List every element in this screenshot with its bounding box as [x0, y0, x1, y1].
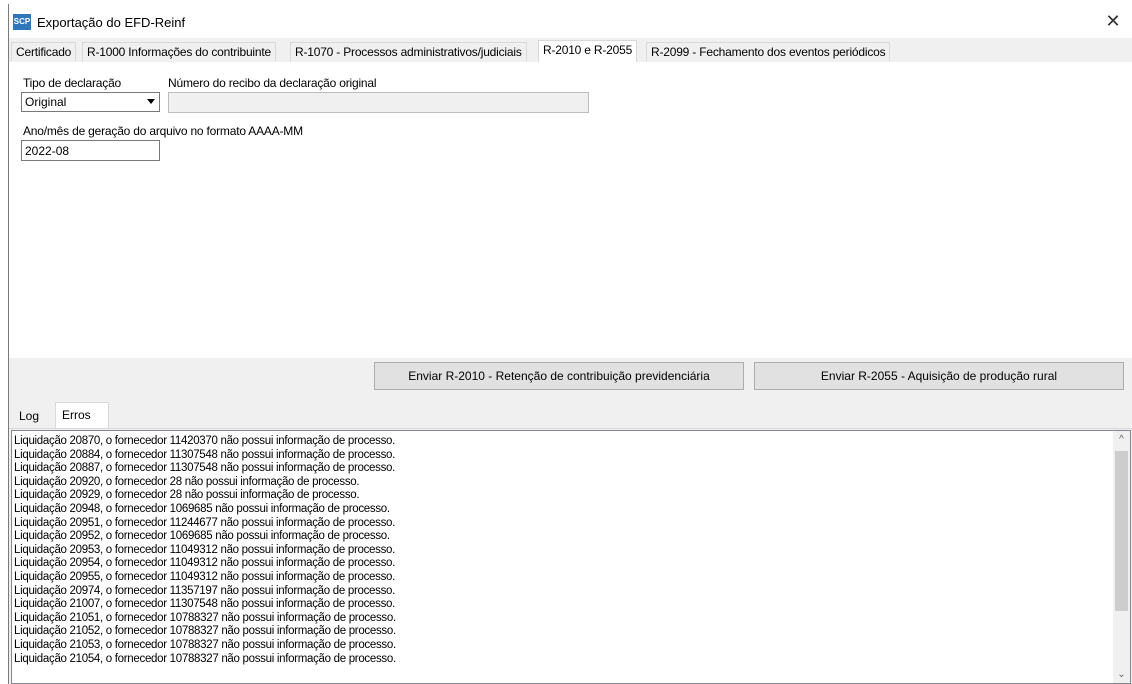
- ano-mes-value: 2022-08: [25, 144, 70, 158]
- error-line: Liquidação 20954, o fornecedor 11049312 …: [14, 557, 396, 570]
- tipo-declaracao-select[interactable]: Original: [21, 92, 160, 112]
- ano-mes-label: Ano/mês de geração do arquivo no formato…: [23, 124, 303, 138]
- error-line: Liquidação 20929, o fornecedor 28 não po…: [14, 489, 360, 502]
- tipo-declaracao-value: Original: [25, 95, 67, 109]
- error-line: Liquidação 21054, o fornecedor 10788327 …: [14, 652, 396, 665]
- error-line: Liquidação 21052, o fornecedor 10788327 …: [14, 625, 396, 638]
- vertical-scrollbar[interactable]: ^ ⌄: [1113, 431, 1130, 683]
- efd-reinf-export-window: SCP Exportação do EFD-Reinf ✕ Certificad…: [8, 4, 1132, 684]
- ano-mes-field[interactable]: 2022-08: [21, 140, 160, 161]
- error-line: Liquidação 20884, o fornecedor 11307548 …: [14, 448, 396, 461]
- chevron-up-icon[interactable]: ^: [1113, 431, 1130, 448]
- tab-panel-r2010-r2055: Tipo de declaração Original Número do re…: [9, 62, 1132, 402]
- tipo-declaracao-label: Tipo de declaração: [23, 76, 122, 90]
- caret-down-icon: [147, 99, 155, 104]
- error-line: Liquidação 20920, o fornecedor 28 não po…: [14, 475, 360, 488]
- output-tabs: Log Erros: [9, 402, 1132, 429]
- tab-certificado[interactable]: Certificado: [11, 42, 77, 61]
- send-r2010-button[interactable]: Enviar R-2010 - Retenção de contribuição…: [374, 362, 744, 390]
- tab-r1000[interactable]: R-1000 Informações do contribuinte: [82, 42, 276, 61]
- error-line: Liquidação 20887, o fornecedor 11307548 …: [14, 462, 396, 475]
- title-bar: SCP Exportação do EFD-Reinf ✕: [9, 4, 1132, 38]
- error-line: Liquidação 21051, o fornecedor 10788327 …: [14, 611, 396, 624]
- send-r2055-button[interactable]: Enviar R-2055 - Aquisição de produção ru…: [754, 362, 1124, 390]
- tab-erros[interactable]: Erros: [55, 402, 109, 428]
- close-icon[interactable]: ✕: [1103, 10, 1123, 32]
- action-bar: Enviar R-2010 - Retenção de contribuição…: [9, 358, 1132, 402]
- tab-r2099[interactable]: R-2099 - Fechamento dos eventos periódic…: [646, 42, 891, 61]
- errors-list: Liquidação 20870, o fornecedor 11420370 …: [14, 435, 1114, 666]
- tab-r2010-r2055[interactable]: R-2010 e R-2055: [538, 40, 638, 62]
- main-tabs: Certificado R-1000 Informações do contri…: [9, 40, 1132, 63]
- error-line: Liquidação 20953, o fornecedor 11049312 …: [14, 543, 396, 556]
- recibo-field[interactable]: [168, 92, 589, 113]
- error-line: Liquidação 20952, o fornecedor 1069685 n…: [14, 530, 390, 543]
- recibo-label: Número do recibo da declaração original: [168, 76, 377, 90]
- tab-r1070[interactable]: R-1070 - Processos administrativos/judic…: [290, 42, 527, 61]
- errors-textarea[interactable]: Liquidação 20870, o fornecedor 11420370 …: [11, 430, 1131, 684]
- error-line: Liquidação 20955, o fornecedor 11049312 …: [14, 570, 396, 583]
- error-line: Liquidação 20948, o fornecedor 1069685 n…: [14, 502, 390, 515]
- app-icon: SCP: [13, 14, 31, 30]
- error-line: Liquidação 20870, o fornecedor 11420370 …: [14, 435, 396, 447]
- scrollbar-thumb[interactable]: [1115, 451, 1128, 611]
- error-line: Liquidação 21007, o fornecedor 11307548 …: [14, 598, 396, 611]
- error-line: Liquidação 21053, o fornecedor 10788327 …: [14, 638, 396, 651]
- error-line: Liquidação 20951, o fornecedor 11244677 …: [14, 516, 396, 529]
- window-title: Exportação do EFD-Reinf: [37, 15, 186, 30]
- tab-log[interactable]: Log: [13, 406, 45, 427]
- chevron-down-icon[interactable]: ⌄: [1113, 666, 1130, 683]
- error-line: Liquidação 20974, o fornecedor 11357197 …: [14, 584, 396, 597]
